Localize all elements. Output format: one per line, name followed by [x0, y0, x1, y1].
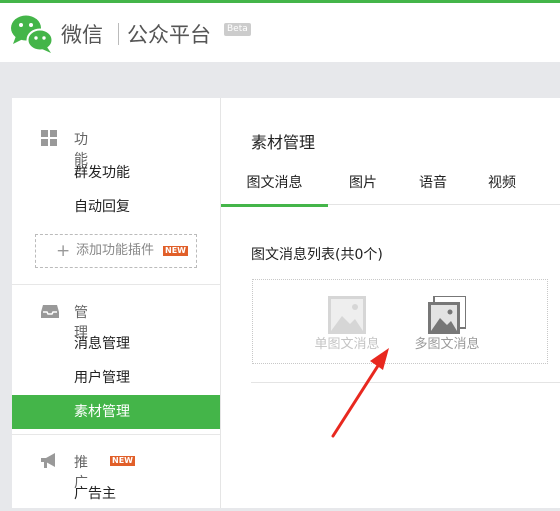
news-list-title: 图文消息列表(共0个)	[251, 247, 383, 263]
plus-icon: +	[56, 241, 71, 261]
create-news-box: 单图文消息 多图文消息	[252, 279, 548, 364]
inbox-icon	[41, 305, 59, 318]
sidebar-item-advertiser[interactable]: 广告主	[12, 477, 220, 511]
main-panel: 素材管理 图文消息 图片 语音 视频 图文消息列表(共0个) 单图文消息 多图文…	[221, 98, 560, 508]
page-title: 素材管理	[251, 133, 316, 152]
brand-wechat[interactable]: 微信	[61, 19, 103, 49]
sidebar-divider	[12, 434, 220, 435]
tab-news[interactable]: 图文消息	[221, 166, 328, 207]
header: 微信 公众平台 Beta	[0, 3, 560, 62]
tab-images[interactable]: 图片	[349, 166, 377, 204]
sidebar-divider	[12, 284, 220, 285]
single-image-icon	[328, 296, 366, 334]
new-badge: NEW	[163, 246, 188, 256]
new-badge: NEW	[110, 456, 135, 466]
tab-voice[interactable]: 语音	[419, 166, 447, 204]
tab-bar: 图文消息 图片 语音 视频	[221, 166, 560, 207]
sidebar-item-materials[interactable]: 素材管理	[12, 395, 220, 429]
content-divider	[251, 382, 560, 383]
sidebar: 功能 群发功能 自动回复 + 添加功能插件 NEW 管理 消息管理 用户管理 素…	[12, 98, 221, 508]
add-plugin-button[interactable]: + 添加功能插件 NEW	[35, 234, 197, 268]
grid-icon	[41, 130, 57, 146]
sidebar-item-users[interactable]: 用户管理	[12, 361, 220, 395]
sidebar-item-auto-reply[interactable]: 自动回复	[12, 190, 220, 224]
tab-video[interactable]: 视频	[488, 166, 516, 204]
beta-badge: Beta	[224, 23, 251, 36]
sidebar-item-mass-send[interactable]: 群发功能	[12, 156, 220, 190]
brand-platform[interactable]: 公众平台	[127, 19, 211, 49]
multi-image-icon	[428, 296, 466, 334]
wechat-logo-icon[interactable]	[10, 13, 54, 53]
brand-separator	[118, 23, 119, 45]
multi-news-button[interactable]: 多图文消息	[407, 292, 487, 356]
single-news-button[interactable]: 单图文消息	[307, 292, 387, 356]
sidebar-item-messages[interactable]: 消息管理	[12, 327, 220, 361]
megaphone-icon	[41, 453, 55, 468]
